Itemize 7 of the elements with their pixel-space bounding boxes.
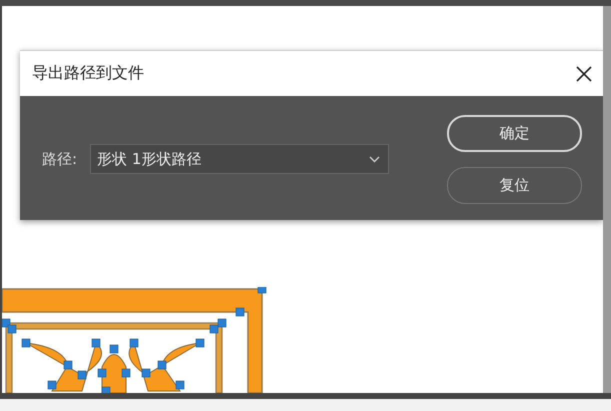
- path-label: 路径:: [42, 150, 78, 168]
- chevron-down-icon: [369, 156, 380, 162]
- path-dropdown[interactable]: 形状 1形状路径: [90, 144, 390, 174]
- dialog-button[interactable]: 确定: [447, 115, 582, 152]
- close-icon[interactable]: [575, 64, 593, 82]
- dialog-button[interactable]: 复位: [447, 167, 582, 204]
- dialog-title: 导出路径到文件: [32, 63, 144, 84]
